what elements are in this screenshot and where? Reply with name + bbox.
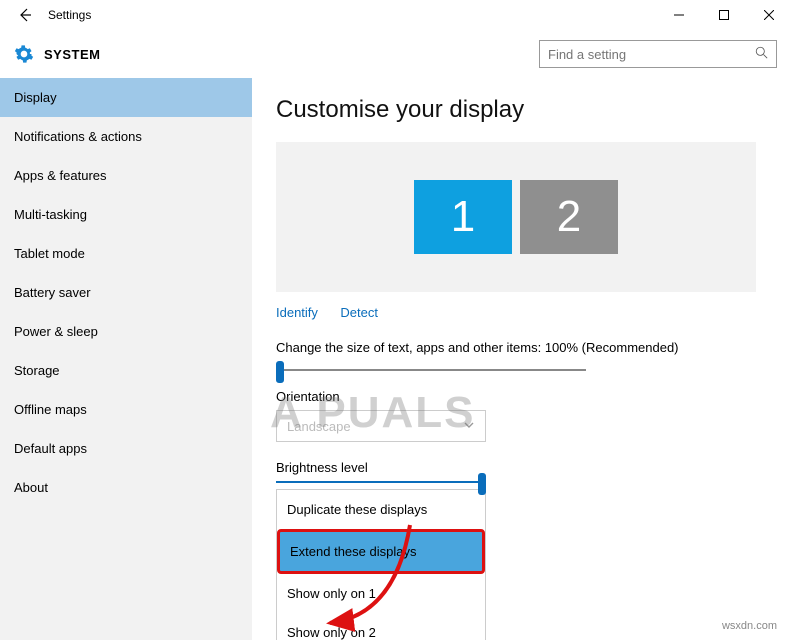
close-button[interactable] xyxy=(746,0,791,30)
content-pane: Customise your display 1 2 Identify Dete… xyxy=(252,78,791,640)
maximize-button[interactable] xyxy=(701,0,746,30)
identify-link[interactable]: Identify xyxy=(276,305,318,320)
sidebar-item-apps[interactable]: Apps & features xyxy=(0,156,252,195)
system-label: SYSTEM xyxy=(44,47,100,62)
brightness-thumb[interactable] xyxy=(478,473,486,495)
close-icon xyxy=(764,10,774,20)
orientation-label: Orientation xyxy=(276,389,767,404)
display-preview[interactable]: 1 2 xyxy=(276,142,756,292)
slider-thumb[interactable] xyxy=(276,361,284,383)
sidebar: Display Notifications & actions Apps & f… xyxy=(0,78,252,640)
monitor-1[interactable]: 1 xyxy=(414,180,512,254)
header: SYSTEM xyxy=(0,30,791,78)
sidebar-item-multitasking[interactable]: Multi-tasking xyxy=(0,195,252,234)
search-box[interactable] xyxy=(539,40,777,68)
orientation-value: Landscape xyxy=(287,419,351,434)
multi-display-options[interactable]: Duplicate these displays Extend these di… xyxy=(276,489,486,640)
sidebar-item-storage[interactable]: Storage xyxy=(0,351,252,390)
scale-label: Change the size of text, apps and other … xyxy=(276,340,767,355)
link-row: Identify Detect xyxy=(276,304,767,322)
minimize-button[interactable] xyxy=(656,0,701,30)
back-button[interactable] xyxy=(10,0,40,30)
brightness-label: Brightness level xyxy=(276,460,767,475)
chevron-down-icon xyxy=(463,419,475,434)
option-show-only-2[interactable]: Show only on 2 xyxy=(277,613,485,640)
gear-icon xyxy=(14,44,34,64)
sidebar-item-power[interactable]: Power & sleep xyxy=(0,312,252,351)
maximize-icon xyxy=(719,10,729,20)
brightness-slider[interactable] xyxy=(276,481,486,483)
search-input[interactable] xyxy=(548,47,755,62)
page-title: Customise your display xyxy=(276,96,767,124)
scale-slider[interactable] xyxy=(276,369,586,371)
option-show-only-1[interactable]: Show only on 1 xyxy=(277,574,485,613)
sidebar-item-notifications[interactable]: Notifications & actions xyxy=(0,117,252,156)
option-duplicate[interactable]: Duplicate these displays xyxy=(277,490,485,529)
sidebar-item-display[interactable]: Display xyxy=(0,78,252,117)
sidebar-item-tablet[interactable]: Tablet mode xyxy=(0,234,252,273)
monitor-2[interactable]: 2 xyxy=(520,180,618,254)
sidebar-item-default-apps[interactable]: Default apps xyxy=(0,429,252,468)
sidebar-item-offline-maps[interactable]: Offline maps xyxy=(0,390,252,429)
sidebar-item-battery[interactable]: Battery saver xyxy=(0,273,252,312)
sidebar-item-about[interactable]: About xyxy=(0,468,252,507)
detect-link[interactable]: Detect xyxy=(340,305,378,320)
minimize-icon xyxy=(674,10,684,20)
window-controls xyxy=(656,0,791,30)
title-bar: Settings xyxy=(0,0,791,30)
back-arrow-icon xyxy=(17,7,33,23)
option-extend[interactable]: Extend these displays xyxy=(277,529,485,574)
search-icon xyxy=(755,46,768,62)
footer-source: wsxdn.com xyxy=(722,620,777,632)
orientation-dropdown[interactable]: Landscape xyxy=(276,410,486,442)
window-title: Settings xyxy=(48,8,91,22)
